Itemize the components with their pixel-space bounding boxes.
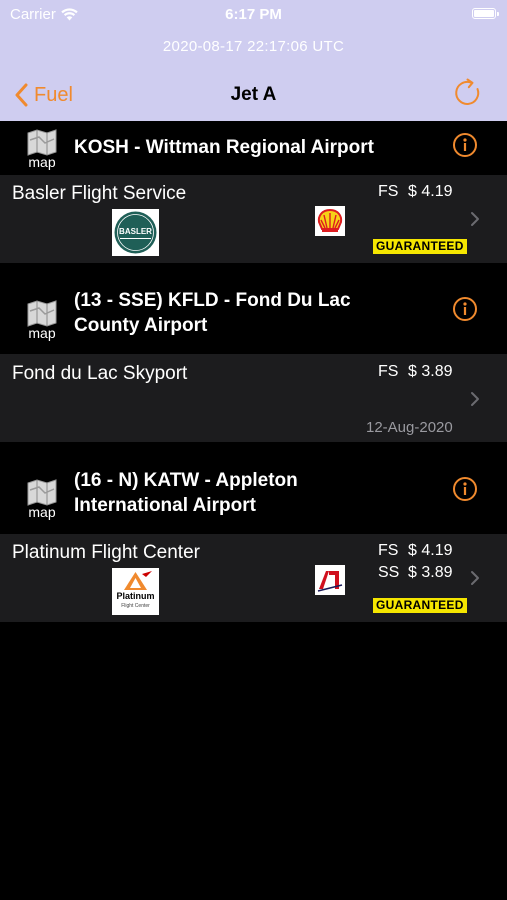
fbo-name: Fond du Lac Skyport <box>12 363 188 384</box>
status-bar: Carrier 6:17 PM <box>0 0 507 28</box>
chevron-right-icon <box>471 212 479 226</box>
fuel-type: SS <box>378 564 400 581</box>
fbo-name: Basler Flight Service <box>12 183 187 204</box>
info-icon[interactable] <box>452 296 478 322</box>
price-line: FS $ 3.89 <box>378 363 452 381</box>
map-label: map <box>28 325 56 341</box>
airport-header-katw: map (16 - N) KATW - Appleton Internation… <box>0 442 507 534</box>
airport-name: KOSH - Wittman Regional Airport <box>74 137 374 158</box>
info-icon[interactable] <box>452 132 478 158</box>
price-line: SS $ 3.89 <box>378 564 452 582</box>
price-line: FS $ 4.19 <box>378 183 452 201</box>
map-label: map <box>28 504 56 520</box>
fuel-type: FS <box>378 363 399 380</box>
refresh-icon[interactable] <box>453 78 483 108</box>
map-icon <box>27 479 57 506</box>
fbo-logo: Platinum Flight Center <box>112 568 159 615</box>
airport-name-line1: (13 - SSE) KFLD - Fond Du Lac <box>74 290 351 311</box>
battery-icon <box>472 8 499 19</box>
chevron-right-icon <box>471 571 479 585</box>
fbo-row-basler[interactable]: Basler Flight Service FS $ 4.19 BASLER GU… <box>0 175 507 263</box>
fbo-logo-text: Platinum <box>116 591 154 601</box>
fuel-price: $ 3.89 <box>408 363 453 380</box>
fuel-price: $ 4.19 <box>408 183 453 200</box>
fbo-name: Platinum Flight Center <box>12 542 200 563</box>
status-time: 6:17 PM <box>225 6 282 23</box>
airport-header-kosh: map KOSH - Wittman Regional Airport <box>0 121 507 175</box>
update-timestamp: 2020-08-17 22:17:06 UTC <box>162 38 345 55</box>
guaranteed-badge: GUARANTEED <box>373 598 467 613</box>
info-icon[interactable] <box>452 476 478 502</box>
fuel-type: FS <box>378 542 399 559</box>
map-icon <box>27 129 57 156</box>
map-button[interactable]: map <box>22 299 62 345</box>
guaranteed-badge: GUARANTEED <box>373 239 467 254</box>
fbo-logo-text: BASLER <box>119 227 152 236</box>
airport-name-line2: County Airport <box>74 315 208 336</box>
map-icon <box>27 300 57 327</box>
fbo-logo-subtext: Flight Center <box>121 603 150 609</box>
map-label: map <box>28 154 56 170</box>
avfuel-logo <box>315 565 345 595</box>
header: Carrier 6:17 PM 2020-08-17 22:17:06 UTC … <box>0 0 507 121</box>
page-title: Jet A <box>230 84 277 105</box>
map-button[interactable]: map <box>22 128 62 174</box>
chevron-right-icon <box>471 392 479 406</box>
fuel-price: $ 3.89 <box>408 564 453 581</box>
fuel-price: $ 4.19 <box>408 542 453 559</box>
airport-name: (16 - N) KATW - Appleton International A… <box>74 468 444 518</box>
price-line: FS $ 4.19 <box>378 542 452 560</box>
fbo-row-skyport[interactable]: Fond du Lac Skyport FS $ 3.89 12-Aug-2020 <box>0 354 507 442</box>
fbo-logo: BASLER <box>112 209 159 256</box>
airport-name-line2: International Airport <box>74 495 256 516</box>
airport-name: (13 - SSE) KFLD - Fond Du Lac County Air… <box>74 288 444 338</box>
shell-logo <box>315 206 345 236</box>
fuel-type: FS <box>378 183 399 200</box>
fbo-row-platinum[interactable]: Platinum Flight Center FS $ 4.19 SS $ 3.89… <box>0 534 507 622</box>
price-date: 12-Aug-2020 <box>366 419 453 436</box>
airport-name-line1: (16 - N) KATW - Appleton <box>74 470 298 491</box>
airport-header-kfld: map (13 - SSE) KFLD - Fond Du Lac County… <box>0 263 507 354</box>
map-button[interactable]: map <box>22 478 62 524</box>
